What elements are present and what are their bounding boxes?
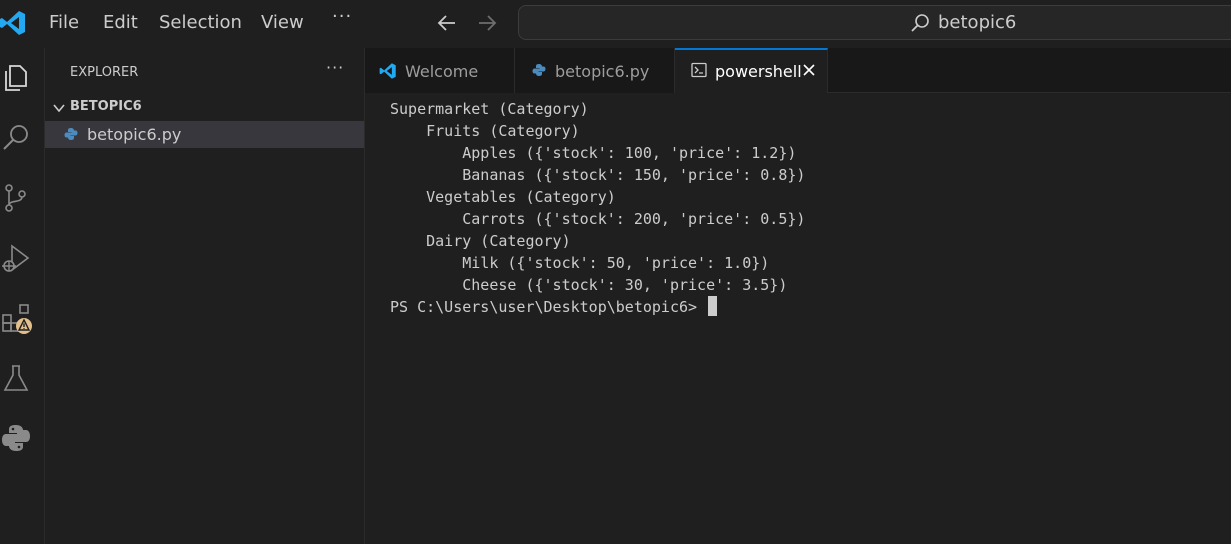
terminal-prompt-line: PS C:\Users\user\Desktop\betopic6> — [390, 296, 718, 318]
tab-welcome-label: Welcome — [405, 62, 479, 81]
python-extension-icon[interactable] — [0, 422, 32, 454]
back-arrow-icon[interactable] — [434, 10, 460, 36]
folder-row[interactable]: BETOPIC6 — [45, 97, 364, 119]
terminal-line: Cheese ({'stock': 30, 'price': 3.5}) — [390, 276, 788, 294]
menu-file[interactable]: File — [49, 12, 79, 34]
source-control-icon[interactable] — [0, 182, 32, 214]
tab-betopic6-py[interactable]: betopic6.py — [515, 48, 675, 93]
python-file-icon — [532, 64, 546, 76]
terminal-line: Fruits (Category) — [390, 122, 580, 140]
search-text: betopic6 — [938, 12, 1017, 33]
explorer-sidebar: EXPLORER ··· BETOPIC6 betopic6.py — [45, 48, 365, 544]
menu-more-button[interactable]: ··· — [332, 6, 352, 27]
terminal-line: Supermarket (Category) — [390, 100, 589, 118]
tab-powershell-label: powershell — [715, 62, 802, 81]
file-item-betopic6[interactable]: betopic6.py — [45, 121, 364, 148]
run-debug-icon[interactable] — [0, 242, 32, 274]
tab-welcome[interactable]: Welcome — [365, 48, 515, 93]
forward-arrow-icon[interactable] — [474, 10, 500, 36]
terminal-line: Apples ({'stock': 100, 'price': 1.2}) — [390, 144, 797, 162]
terminal-cursor — [708, 296, 718, 316]
extensions-icon[interactable] — [0, 302, 32, 334]
search-icon — [911, 14, 929, 32]
terminal-line: Bananas ({'stock': 150, 'price': 0.8}) — [390, 166, 806, 184]
testing-flask-icon[interactable] — [0, 362, 32, 394]
activity-bar — [0, 48, 45, 544]
folder-label: BETOPIC6 — [70, 99, 142, 114]
explorer-title: EXPLORER — [70, 65, 139, 80]
command-center-search[interactable]: betopic6 — [518, 5, 1231, 40]
search-view-icon[interactable] — [0, 122, 32, 154]
terminal-line: Vegetables (Category) — [390, 188, 616, 206]
vscode-logo-icon — [379, 63, 396, 79]
menu-edit[interactable]: Edit — [103, 12, 138, 34]
explorer-more-button[interactable]: ··· — [326, 58, 344, 77]
tab-powershell[interactable]: powershell — [675, 48, 828, 93]
terminal-line: Dairy (Category) — [390, 232, 571, 250]
vscode-logo-icon — [0, 11, 25, 35]
explorer-icon[interactable] — [0, 62, 32, 94]
title-bar: File Edit Selection View ··· betopic6 — [0, 0, 1231, 48]
menu-selection[interactable]: Selection — [159, 12, 242, 34]
tab-betopic6-label: betopic6.py — [555, 62, 650, 81]
terminal-prompt: PS C:\Users\user\Desktop\betopic6> — [390, 298, 707, 316]
python-file-icon — [64, 128, 78, 140]
close-icon[interactable] — [800, 61, 818, 79]
chevron-down-icon — [53, 104, 65, 113]
terminal-icon — [691, 62, 707, 78]
terminal-line: Carrots ({'stock': 200, 'price': 0.5}) — [390, 210, 806, 228]
file-label: betopic6.py — [87, 125, 182, 144]
terminal-line: Milk ({'stock': 50, 'price': 1.0}) — [390, 254, 770, 272]
terminal-panel[interactable]: Supermarket (Category) Fruits (Category)… — [365, 93, 1231, 544]
menu-view[interactable]: View — [261, 12, 304, 34]
editor-tab-bar: Welcome betopic6.py powershell — [365, 48, 1231, 93]
